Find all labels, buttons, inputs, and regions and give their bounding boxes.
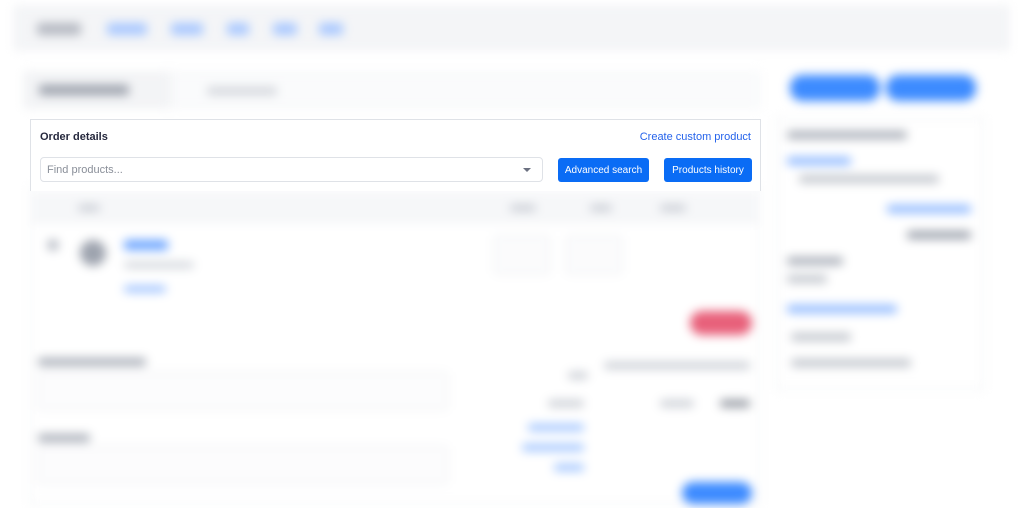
- section-label: [38, 434, 90, 442]
- product-search-select[interactable]: [40, 157, 543, 182]
- products-history-button[interactable]: Products history: [664, 158, 752, 182]
- create-custom-product-link[interactable]: Create custom product: [640, 131, 751, 143]
- quantity-input[interactable]: [566, 236, 622, 274]
- chevron-down-icon[interactable]: [523, 168, 531, 172]
- price-input[interactable]: [494, 236, 550, 274]
- table-header: [30, 192, 760, 222]
- top-navigation-bar: [14, 6, 1009, 50]
- product-search-input[interactable]: [41, 158, 511, 181]
- order-details-title: Order details: [40, 131, 108, 143]
- blurred-background: [0, 0, 1024, 508]
- product-customize-link[interactable]: [124, 286, 166, 292]
- product-thumbnail: [80, 240, 106, 266]
- header-action-button[interactable]: [886, 75, 976, 101]
- message-textarea[interactable]: [38, 372, 448, 410]
- product-reference: [124, 262, 194, 268]
- advanced-search-button[interactable]: Advanced search: [558, 158, 649, 182]
- create-order-button[interactable]: [682, 482, 752, 504]
- delete-button[interactable]: [690, 311, 752, 335]
- header-action-button[interactable]: [790, 75, 880, 101]
- row-checkbox[interactable]: [48, 240, 58, 250]
- page-title: [24, 72, 169, 108]
- product-name-link[interactable]: [124, 240, 168, 250]
- order-details-card: Order details Create custom product Adva…: [30, 119, 761, 191]
- total-cell: [636, 236, 692, 274]
- note-textarea[interactable]: [38, 446, 448, 484]
- header-band: [170, 72, 760, 108]
- section-label: [38, 358, 146, 366]
- customer-sidebar: [776, 118, 984, 390]
